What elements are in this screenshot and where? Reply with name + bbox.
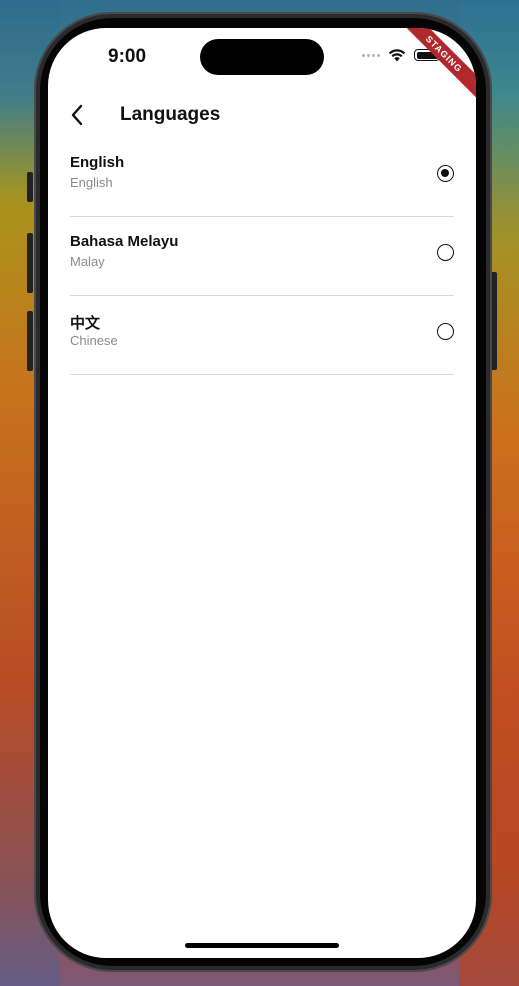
back-button[interactable] <box>62 100 92 130</box>
language-subtitle: English <box>70 175 113 190</box>
dynamic-island <box>200 39 324 75</box>
language-name: English <box>70 154 125 171</box>
language-name: 中文 <box>70 315 101 332</box>
language-list: English English Bahasa Melayu Malay 中文 C… <box>70 138 454 375</box>
language-option-english[interactable]: English English <box>70 138 454 217</box>
language-subtitle: Chinese <box>70 333 118 348</box>
volume-up-button <box>27 233 33 293</box>
language-option-malay[interactable]: Bahasa Melayu Malay <box>70 217 454 296</box>
language-name: Bahasa Melayu <box>70 233 179 250</box>
phone-screen: 9:00 STAGING Languages English English B… <box>48 28 476 958</box>
staging-ribbon-label: STAGING <box>396 28 476 103</box>
volume-down-button <box>27 311 33 371</box>
radio-unselected[interactable] <box>437 323 454 340</box>
cellular-dots-icon <box>362 53 380 57</box>
radio-selected[interactable] <box>437 165 454 182</box>
home-indicator <box>185 943 339 948</box>
mute-switch <box>27 172 33 202</box>
status-time: 9:00 <box>108 46 147 67</box>
navigation-bar: Languages <box>48 92 476 138</box>
page-title: Languages <box>120 104 221 125</box>
language-subtitle: Malay <box>70 254 105 269</box>
chevron-left-icon <box>71 104 83 126</box>
language-option-chinese[interactable]: 中文 Chinese <box>70 296 454 375</box>
radio-unselected[interactable] <box>437 244 454 261</box>
